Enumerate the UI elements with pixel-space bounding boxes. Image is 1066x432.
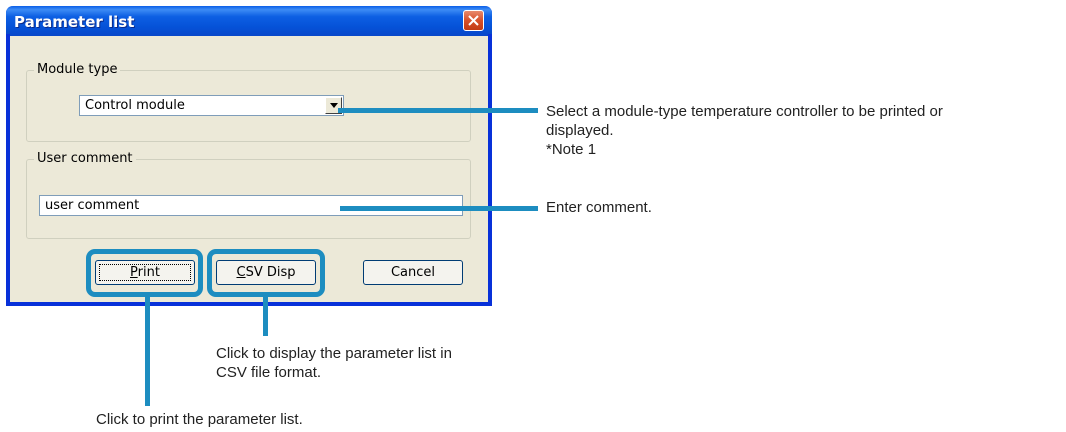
close-button[interactable] <box>463 10 484 31</box>
csv-callout: Click to display the parameter list in C… <box>216 344 452 382</box>
module-callout: Select a module-type temperature control… <box>546 102 1061 159</box>
window-border-right <box>488 34 492 306</box>
comment-callout-line <box>340 206 538 211</box>
print-callout-line <box>145 296 150 406</box>
print-highlight-ring <box>86 249 203 297</box>
csv-highlight-ring <box>207 249 325 297</box>
module-type-group: Module type Control module <box>26 62 471 142</box>
dialog-title: Parameter list <box>14 13 135 31</box>
csv-callout-line1: Click to display the parameter list in <box>216 345 452 362</box>
module-type-value: Control module <box>85 98 185 113</box>
title-bar[interactable]: Parameter list <box>6 6 492 36</box>
window-border-left <box>6 34 10 306</box>
cancel-button[interactable]: Cancel <box>363 260 463 285</box>
module-type-select[interactable]: Control module <box>79 95 344 116</box>
module-callout-line <box>338 108 538 113</box>
user-comment-group: User comment user comment <box>26 151 471 239</box>
module-type-label: Module type <box>34 62 121 77</box>
csv-callout-line <box>263 296 268 336</box>
close-icon <box>468 15 479 26</box>
module-callout-line2: displayed. <box>546 122 614 139</box>
comment-callout: Enter comment. <box>546 199 652 216</box>
user-comment-label: User comment <box>34 151 136 166</box>
module-callout-line3: *Note 1 <box>546 141 597 158</box>
module-callout-line1: Select a module-type temperature control… <box>546 103 943 120</box>
chevron-down-icon <box>330 103 338 108</box>
print-callout: Click to print the parameter list. <box>96 411 303 428</box>
window-border-bottom <box>6 302 492 306</box>
csv-callout-line2: CSV file format. <box>216 364 322 381</box>
